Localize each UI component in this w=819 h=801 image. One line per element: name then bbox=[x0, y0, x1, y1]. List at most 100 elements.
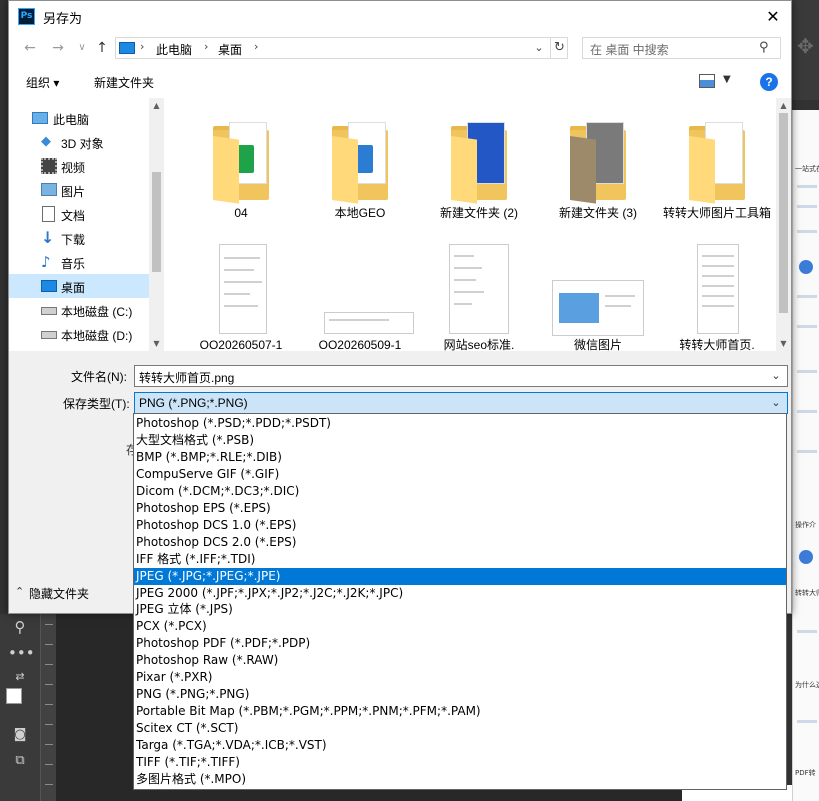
quick-mask-icon[interactable]: ◙ bbox=[8, 724, 32, 746]
scrollbar-thumb[interactable] bbox=[779, 113, 788, 313]
filetype-option[interactable]: Photoshop (*.PSD;*.PDD;*.PSDT) bbox=[134, 415, 786, 432]
foreground-color[interactable] bbox=[6, 688, 22, 704]
image-file-item[interactable]: OO20260509-1 bbox=[306, 244, 414, 351]
filetype-option[interactable]: Targa (*.TGA;*.VDA;*.ICB;*.VST) bbox=[134, 737, 786, 754]
filetype-select[interactable]: PNG (*.PNG;*.PNG) ⌄ bbox=[134, 392, 788, 414]
screen-mode-icon[interactable]: ⧉ bbox=[8, 750, 32, 772]
sidebar-item-desktop[interactable]: 桌面 bbox=[9, 274, 149, 298]
refresh-icon[interactable]: ↻ bbox=[550, 38, 568, 58]
folder-icon bbox=[443, 112, 515, 204]
sidebar-item-pictures[interactable]: 图片 bbox=[9, 178, 149, 202]
filetype-option[interactable]: PCX (*.PCX) bbox=[134, 618, 786, 635]
folder-item[interactable]: 转转大师图片工具箱 bbox=[663, 112, 771, 221]
image-thumbnail bbox=[205, 244, 277, 334]
sidebar-scrollbar[interactable]: ▲ ▼ bbox=[149, 98, 164, 351]
filetype-option[interactable]: BMP (*.BMP;*.RLE;*.DIB) bbox=[134, 449, 786, 466]
file-list-scrollbar[interactable]: ▲ ▼ bbox=[776, 98, 791, 351]
filetype-option[interactable]: PNG (*.PNG;*.PNG) bbox=[134, 686, 786, 703]
more-tools-icon[interactable]: ••• bbox=[8, 642, 35, 664]
filetype-option[interactable]: 大型文档格式 (*.PSB) bbox=[134, 432, 786, 449]
chevron-down-icon[interactable]: ⌄ bbox=[530, 39, 548, 57]
sidebar-item-label: 桌面 bbox=[61, 281, 86, 295]
organize-button[interactable]: 组织 ▾ bbox=[26, 74, 59, 91]
sidebar-item-music[interactable]: ♪ 音乐 bbox=[9, 250, 149, 274]
preview-dot bbox=[799, 550, 813, 564]
filetype-option[interactable]: Portable Bit Map (*.PBM;*.PGM;*.PPM;*.PN… bbox=[134, 703, 786, 720]
sidebar-item-videos[interactable]: 视频 bbox=[9, 154, 149, 178]
forward-button[interactable]: → bbox=[47, 38, 69, 58]
sidebar-item-documents[interactable]: 文档 bbox=[9, 202, 149, 226]
search-input[interactable]: 在 桌面 中搜索 ⚲ bbox=[582, 37, 781, 59]
folder-item[interactable]: 04 bbox=[187, 112, 295, 221]
filetype-option[interactable]: Photoshop Raw (*.RAW) bbox=[134, 652, 786, 669]
sidebar-item-this-pc[interactable]: 此电脑 bbox=[9, 106, 149, 130]
view-options-icon[interactable] bbox=[699, 74, 715, 88]
scroll-up-icon[interactable]: ▲ bbox=[776, 98, 791, 113]
image-file-item[interactable]: 网站seo标准. bbox=[425, 244, 533, 351]
zoom-tool-icon[interactable]: ⚲ bbox=[8, 616, 32, 638]
scroll-down-icon[interactable]: ▼ bbox=[149, 336, 164, 351]
folder-item[interactable]: 新建文件夹 (3) bbox=[544, 112, 652, 221]
doc-preview bbox=[449, 244, 509, 334]
recent-locations-button[interactable]: ∨ bbox=[71, 38, 93, 58]
filetype-option[interactable]: JPEG 立体 (*.JPS) bbox=[134, 601, 786, 618]
filetype-option[interactable]: 多图片格式 (*.MPO) bbox=[134, 771, 786, 788]
breadcrumb-desktop[interactable]: 桌面 bbox=[218, 41, 242, 58]
doc-line bbox=[454, 267, 482, 269]
scroll-down-icon[interactable]: ▼ bbox=[776, 336, 791, 351]
chevron-down-icon[interactable]: ⌄ bbox=[767, 367, 785, 385]
filetype-option[interactable]: TIFF (*.TIF;*.TIFF) bbox=[134, 754, 786, 771]
image-file-item[interactable]: OO20260507-1 bbox=[187, 244, 295, 351]
help-icon[interactable]: ? bbox=[760, 73, 778, 91]
filetype-option[interactable]: IFF 格式 (*.IFF;*.TDI) bbox=[134, 551, 786, 568]
filetype-option[interactable]: CompuServe GIF (*.GIF) bbox=[134, 466, 786, 483]
filetype-option[interactable]: Dicom (*.DCM;*.DC3;*.DIC) bbox=[134, 483, 786, 500]
search-icon[interactable]: ⚲ bbox=[759, 40, 775, 56]
breadcrumb-pc[interactable]: 此电脑 bbox=[156, 41, 192, 58]
up-button[interactable]: ↑ bbox=[91, 38, 113, 58]
back-button[interactable]: ← bbox=[19, 38, 41, 58]
close-button[interactable]: ✕ bbox=[755, 1, 791, 32]
filename-value[interactable]: 转转大师首页.png bbox=[139, 369, 234, 386]
sidebar-item-3d-objects[interactable]: ◆ 3D 对象 bbox=[9, 130, 149, 154]
filename-field[interactable]: 转转大师首页.png ⌄ bbox=[134, 365, 788, 387]
hide-folders-toggle[interactable]: 隐藏文件夹 bbox=[29, 585, 89, 602]
folder-front bbox=[332, 136, 358, 204]
preview-line bbox=[797, 630, 817, 633]
chevron-up-icon[interactable]: ⌃ bbox=[15, 585, 24, 598]
folder-item[interactable]: 新建文件夹 (2) bbox=[425, 112, 533, 221]
address-bar[interactable]: › 此电脑 › 桌面 › ⌄ ↻ bbox=[115, 37, 568, 59]
image-file-item[interactable]: 微信图片 bbox=[544, 244, 652, 351]
sidebar-item-downloads[interactable]: ↓ 下载 bbox=[9, 226, 149, 250]
color-swatches-icon[interactable] bbox=[6, 688, 32, 712]
image-file-item[interactable]: 转转大师首页. bbox=[663, 244, 771, 351]
filetype-option[interactable]: Photoshop DCS 1.0 (*.EPS) bbox=[134, 517, 786, 534]
filetype-option[interactable]: JPEG (*.JPG;*.JPEG;*.JPE) bbox=[134, 567, 786, 585]
filetype-option[interactable]: Photoshop PDF (*.PDF;*.PDP) bbox=[134, 635, 786, 652]
chevron-down-icon[interactable]: ⌄ bbox=[767, 394, 785, 412]
new-folder-button[interactable]: 新建文件夹 bbox=[94, 74, 154, 91]
ruler-tick bbox=[45, 704, 53, 705]
filetype-value[interactable]: PNG (*.PNG;*.PNG) bbox=[139, 396, 248, 410]
filetype-dropdown-list[interactable]: Photoshop (*.PSD;*.PDD;*.PSDT) 大型文档格式 (*.… bbox=[133, 413, 787, 790]
filetype-option[interactable]: Photoshop EPS (*.EPS) bbox=[134, 500, 786, 517]
filetype-option[interactable]: JPEG 2000 (*.JPF;*.JPX;*.JP2;*.J2C;*.J2K… bbox=[134, 585, 786, 602]
drive-icon bbox=[41, 307, 57, 315]
view-dropdown-icon[interactable]: ▼ bbox=[723, 74, 731, 85]
chevron-right-icon[interactable]: › bbox=[254, 40, 258, 53]
filetype-option[interactable]: Scitex CT (*.SCT) bbox=[134, 720, 786, 737]
swap-colors-icon[interactable]: ⇄ bbox=[8, 666, 32, 688]
file-name: 网站seo标准. bbox=[443, 338, 515, 351]
filetype-option[interactable]: Pixar (*.PXR) bbox=[134, 669, 786, 686]
scrollbar-thumb[interactable] bbox=[152, 172, 161, 272]
sidebar-item-drive-d[interactable]: 本地磁盘 (D:) bbox=[9, 322, 149, 346]
file-name: OO20260507-1 bbox=[199, 338, 283, 351]
scroll-up-icon[interactable]: ▲ bbox=[149, 98, 164, 113]
folder-front bbox=[570, 136, 596, 204]
doc-line bbox=[224, 281, 262, 283]
folder-item[interactable]: 本地GEO bbox=[306, 112, 414, 221]
sidebar-item-drive-c[interactable]: 本地磁盘 (C:) bbox=[9, 298, 149, 322]
chevron-right-icon[interactable]: › bbox=[140, 40, 144, 53]
chevron-right-icon[interactable]: › bbox=[204, 40, 208, 53]
filetype-option[interactable]: Photoshop DCS 2.0 (*.EPS) bbox=[134, 534, 786, 551]
